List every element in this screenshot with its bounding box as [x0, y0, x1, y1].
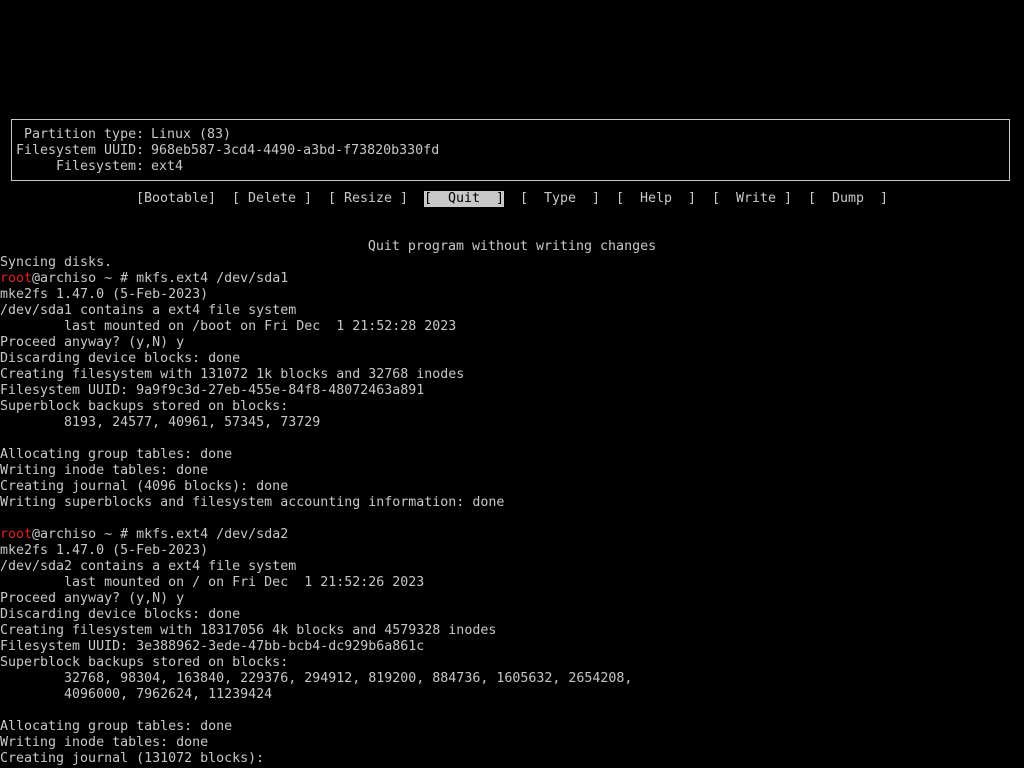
- prompt-user: root: [0, 271, 33, 286]
- filesystem-label: Filesystem:: [56, 159, 145, 174]
- terminal-line: Discarding device blocks: done: [0, 351, 241, 366]
- prompt-command: @archiso ~ # mkfs.ext4 /dev/sda2: [32, 527, 289, 542]
- status-message: Quit program without writing changes: [367, 239, 657, 254]
- quit-button[interactable]: [ Quit ]: [424, 191, 505, 207]
- terminal-line: Superblock backups stored on blocks:: [0, 399, 289, 414]
- terminal-line: Allocating group tables: done: [0, 447, 233, 462]
- terminal-line: last mounted on /boot on Fri Dec 1 21:52…: [0, 319, 457, 334]
- partition-info-box: Partition type: Linux (83) Filesystem UU…: [11, 119, 1010, 181]
- terminal-line: last mounted on / on Fri Dec 1 21:52:26 …: [0, 575, 425, 590]
- terminal-line: Filesystem UUID: 3e388962-3ede-47bb-bcb4…: [0, 639, 425, 654]
- terminal-line: Creating journal (4096 blocks): done: [0, 479, 289, 494]
- terminal-line: mke2fs 1.47.0 (5-Feb-2023): [0, 287, 209, 302]
- bootable-button[interactable]: [Bootable]: [136, 191, 216, 207]
- terminal-line: Creating journal (131072 blocks):: [0, 751, 265, 766]
- terminal-line: Allocating group tables: done: [0, 719, 233, 734]
- terminal-line: Proceed anyway? (y,N) y: [0, 335, 185, 350]
- filesystem-uuid-value: 968eb587-3cd4-4490-a3bd-f73820b330fd: [151, 143, 440, 158]
- terminal-line: Writing superblocks and filesystem accou…: [0, 495, 505, 510]
- terminal-line: Discarding device blocks: done: [0, 607, 241, 622]
- terminal-line: /dev/sda1 contains a ext4 file system: [0, 303, 297, 318]
- filesystem-value: ext4: [151, 159, 184, 174]
- partition-type-value: Linux (83): [151, 127, 232, 142]
- filesystem-uuid-label: Filesystem UUID:: [16, 143, 145, 158]
- shell-prompt: root@archiso ~ # mkfs.ext4 /dev/sda2: [0, 527, 288, 543]
- terminal-line: Writing inode tables: done: [0, 735, 209, 750]
- help-button[interactable]: [ Help ]: [616, 191, 696, 207]
- write-button[interactable]: [ Write ]: [712, 191, 792, 207]
- terminal-line: Filesystem UUID: 9a9f9c3d-27eb-455e-84f8…: [0, 383, 425, 398]
- dump-button[interactable]: [ Dump ]: [808, 191, 888, 207]
- partition-type-label: Partition type:: [24, 127, 145, 142]
- resize-button[interactable]: [ Resize ]: [328, 191, 408, 207]
- delete-button[interactable]: [ Delete ]: [232, 191, 312, 207]
- terminal-line: Writing inode tables: done: [0, 463, 209, 478]
- terminal-line: Syncing disks.: [0, 255, 113, 270]
- terminal-line: /dev/sda2 contains a ext4 file system: [0, 559, 297, 574]
- terminal-line: Creating filesystem with 18317056 4k blo…: [0, 623, 497, 638]
- terminal-line: 8193, 24577, 40961, 57345, 73729: [0, 415, 321, 430]
- terminal-line: Proceed anyway? (y,N) y: [0, 591, 185, 606]
- prompt-user: root: [0, 527, 33, 542]
- shell-prompt: root@archiso ~ # mkfs.ext4 /dev/sda1: [0, 271, 288, 287]
- terminal-line: 32768, 98304, 163840, 229376, 294912, 81…: [0, 671, 633, 686]
- prompt-command: @archiso ~ # mkfs.ext4 /dev/sda1: [32, 271, 289, 286]
- terminal-line: Creating filesystem with 131072 1k block…: [0, 367, 465, 382]
- type-button[interactable]: [ Type ]: [520, 191, 600, 207]
- terminal-line: mke2fs 1.47.0 (5-Feb-2023): [0, 543, 209, 558]
- terminal-line: 4096000, 7962624, 11239424: [0, 687, 273, 702]
- terminal-line: Superblock backups stored on blocks:: [0, 655, 289, 670]
